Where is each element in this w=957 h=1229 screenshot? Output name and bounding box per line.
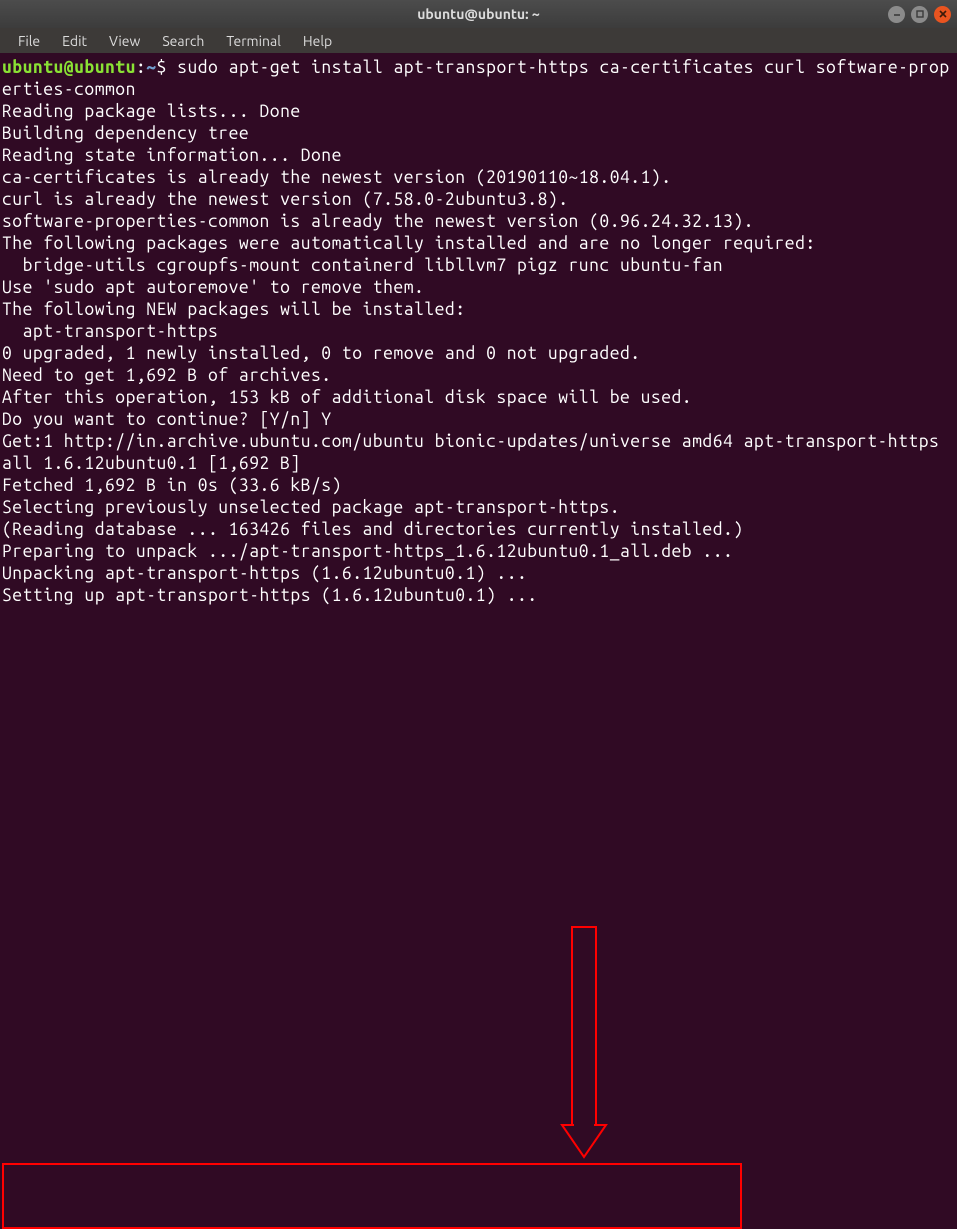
prompt-userhost: ubuntu@ubuntu <box>2 58 136 77</box>
menu-help[interactable]: Help <box>293 28 342 54</box>
menu-view[interactable]: View <box>99 28 150 54</box>
prompt-line: ubuntu@ubuntu:~$ sudo apt-get install ap… <box>2 57 955 101</box>
output-line: software-properties-common is already th… <box>2 211 955 233</box>
output-line: (Reading database ... 163426 files and d… <box>2 519 955 541</box>
output-line: Setting up apt-transport-https (1.6.12ub… <box>2 585 955 607</box>
output-line: Reading package lists... Done <box>2 101 955 123</box>
output-line: Use 'sudo apt autoremove' to remove them… <box>2 277 955 299</box>
prompt-sep2: $ <box>157 58 178 77</box>
terminal-viewport[interactable]: ubuntu@ubuntu:~$ sudo apt-get install ap… <box>0 53 957 611</box>
output-line: Get:1 http://in.archive.ubuntu.com/ubunt… <box>2 431 955 475</box>
output-line: apt-transport-https <box>2 321 955 343</box>
arrow-down-icon <box>554 925 612 1159</box>
output-line: ca-certificates is already the newest ve… <box>2 167 955 189</box>
output-line: Do you want to continue? [Y/n] Y <box>2 409 955 431</box>
output-line: Building dependency tree <box>2 123 955 145</box>
output-line: After this operation, 153 kB of addition… <box>2 387 955 409</box>
output-line: The following packages were automaticall… <box>2 233 955 255</box>
prompt-path: ~ <box>146 58 156 77</box>
output-line: Need to get 1,692 B of archives. <box>2 365 955 387</box>
output-line: Selecting previously unselected package … <box>2 497 955 519</box>
window-titlebar: ubuntu@ubuntu: ~ <box>0 0 957 28</box>
maximize-button[interactable] <box>911 6 928 23</box>
menu-search[interactable]: Search <box>152 28 214 54</box>
window-title: ubuntu@ubuntu: ~ <box>417 3 540 25</box>
menu-terminal[interactable]: Terminal <box>216 28 291 54</box>
output-line: Reading state information... Done <box>2 145 955 167</box>
output-line: bridge-utils cgroupfs-mount containerd l… <box>2 255 955 277</box>
output-line: Fetched 1,692 B in 0s (33.6 kB/s) <box>2 475 955 497</box>
output-line: 0 upgraded, 1 newly installed, 0 to remo… <box>2 343 955 365</box>
output-line: curl is already the newest version (7.58… <box>2 189 955 211</box>
output-line: The following NEW packages will be insta… <box>2 299 955 321</box>
output-line: Unpacking apt-transport-https (1.6.12ubu… <box>2 563 955 585</box>
output-line: Preparing to unpack .../apt-transport-ht… <box>2 541 955 563</box>
menu-bar: File Edit View Search Terminal Help <box>0 28 957 53</box>
close-button[interactable] <box>934 6 951 23</box>
window-controls <box>888 6 951 23</box>
prompt-sep1: : <box>136 58 146 77</box>
menu-file[interactable]: File <box>8 28 50 54</box>
menu-edit[interactable]: Edit <box>52 28 97 54</box>
highlight-rectangle <box>2 1163 742 1229</box>
minimize-button[interactable] <box>888 6 905 23</box>
